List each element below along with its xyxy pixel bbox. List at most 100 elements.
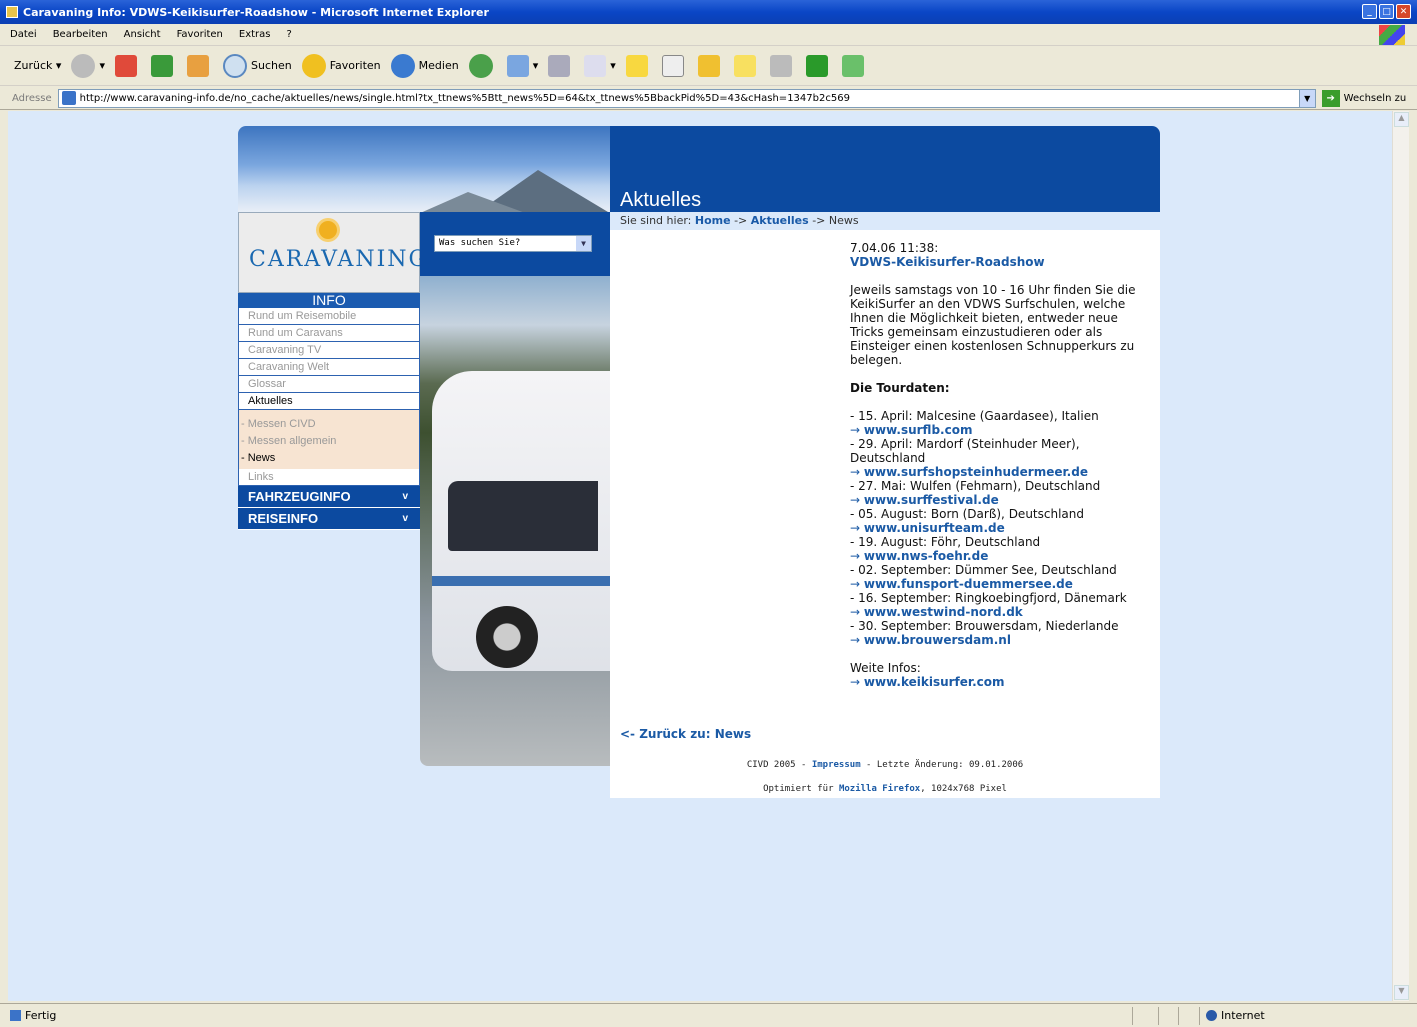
- back-button[interactable]: Zurück ▾: [10, 59, 61, 567]
- media-icon: [390, 53, 415, 78]
- firefox-link[interactable]: Mozilla Firefox: [839, 784, 920, 794]
- edit-button[interactable]: ▾: [584, 54, 616, 77]
- tour-date: - 30. September: Brouwersdam, Niederland…: [850, 619, 1119, 633]
- tour-date: - 05. August: Born (Darß), Deutschland: [850, 507, 1084, 521]
- page-button[interactable]: [661, 54, 688, 77]
- link-arrow-icon: →: [850, 465, 861, 479]
- tour-date: - 16. September: Ringkoebingfjord, Dänem…: [850, 591, 1127, 605]
- tour-link-row: → www.surfshopsteinhudermeer.de: [850, 465, 1155, 479]
- menu-favoriten[interactable]: Favoriten: [177, 29, 223, 40]
- ie-icon: [6, 6, 18, 18]
- tour-link[interactable]: www.westwind-nord.dk: [864, 605, 1023, 619]
- print-icon: [548, 54, 571, 77]
- media-button[interactable]: Medien: [390, 53, 459, 78]
- more-info-label: Weite Infos:: [850, 661, 921, 675]
- menu-ansicht[interactable]: Ansicht: [124, 29, 161, 40]
- logo-wordmark: CARAVANING: [249, 247, 429, 272]
- tour-link[interactable]: www.surflb.com: [864, 423, 973, 437]
- search-button[interactable]: Suchen: [222, 53, 292, 78]
- nav-item-glossar[interactable]: Glossar: [238, 376, 420, 393]
- windows-logo-icon: [1379, 25, 1405, 45]
- messenger-button[interactable]: [805, 54, 832, 77]
- menu-extras[interactable]: Extras: [239, 29, 271, 40]
- nav-fahrzeuginfo[interactable]: FAHRZEUGINFO v: [238, 486, 420, 508]
- sidebar: CARAVANING INFO Rund um Reisemobile Rund…: [238, 212, 426, 530]
- close-button[interactable]: ✕: [1396, 4, 1411, 19]
- more-info-link[interactable]: www.keikisurfer.com: [864, 675, 1005, 689]
- folder-button[interactable]: [697, 54, 724, 77]
- star-icon: [301, 53, 326, 78]
- flash-button[interactable]: [769, 54, 796, 77]
- subnav-item-messen-civd[interactable]: - Messen CIVD: [239, 416, 419, 433]
- tour-link[interactable]: www.unisurfteam.de: [864, 521, 1005, 535]
- flower-icon: [841, 54, 864, 77]
- stop-button[interactable]: [114, 54, 141, 77]
- tour-link-row: → www.westwind-nord.dk: [850, 605, 1155, 619]
- address-input[interactable]: http://www.caravaning-info.de/no_cache/a…: [57, 88, 1316, 108]
- history-button[interactable]: [468, 53, 497, 78]
- address-dropdown-icon[interactable]: ▼: [1298, 89, 1315, 107]
- menu-bar: Datei Bearbeiten Ansicht Favoriten Extra…: [0, 24, 1417, 46]
- back-link[interactable]: <- Zurück zu: News: [620, 727, 751, 741]
- search-select[interactable]: Was suchen Sie? ▼: [434, 235, 592, 252]
- nav-reiseinfo[interactable]: REISEINFO v: [238, 508, 420, 530]
- breadcrumb-current: News: [828, 214, 859, 227]
- tour-link[interactable]: www.surffestival.de: [864, 493, 999, 507]
- link-arrow-icon: →: [850, 633, 861, 647]
- article-date: 7.04.06 11:38:: [850, 241, 939, 255]
- logo-info-label: INFO: [238, 293, 420, 308]
- refresh-button[interactable]: [150, 54, 177, 77]
- menu-bearbeiten[interactable]: Bearbeiten: [53, 29, 108, 40]
- web-page: Aktuelles CARAVANING INFO Rund um Reisem…: [238, 126, 1160, 798]
- caravaning-logo[interactable]: CARAVANING: [238, 212, 426, 293]
- scroll-up-icon[interactable]: ▲: [1394, 112, 1409, 127]
- star-tool-button[interactable]: [733, 54, 760, 77]
- tour-date: - 02. September: Dümmer See, Deutschland: [850, 563, 1117, 577]
- tour-link[interactable]: www.brouwersdam.nl: [864, 633, 1011, 647]
- nav-item-links[interactable]: Links: [238, 469, 420, 486]
- tour-link-row: → www.unisurfteam.de: [850, 521, 1155, 535]
- nav-item-caravans[interactable]: Rund um Caravans: [238, 325, 420, 342]
- go-arrow-icon: ➔: [1321, 89, 1340, 107]
- maximize-button[interactable]: □: [1379, 4, 1394, 19]
- nav-item-caravaning-tv[interactable]: Caravaning TV: [238, 342, 420, 359]
- vertical-scrollbar[interactable]: ▲ ▼: [1392, 111, 1409, 1001]
- favorites-button[interactable]: Favoriten: [301, 53, 381, 78]
- link-arrow-icon: →: [850, 605, 861, 619]
- address-url: http://www.caravaning-info.de/no_cache/a…: [79, 92, 850, 104]
- nav-item-reisemobile[interactable]: Rund um Reisemobile: [238, 308, 420, 325]
- link-arrow-icon: →: [850, 423, 861, 437]
- main-nav: Rund um Reisemobile Rund um Caravans Car…: [238, 308, 420, 410]
- impressum-link[interactable]: Impressum: [812, 760, 861, 770]
- status-text: Fertig: [25, 1009, 57, 1022]
- notes-button[interactable]: [625, 54, 652, 77]
- window-titlebar: Caravaning Info: VDWS-Keikisurfer-Roadsh…: [0, 0, 1417, 24]
- history-icon: [468, 53, 493, 78]
- nav-item-caravaning-welt[interactable]: Caravaning Welt: [238, 359, 420, 376]
- go-button[interactable]: ➔ Wechseln zu: [1321, 89, 1406, 107]
- menu-datei[interactable]: Datei: [10, 29, 37, 40]
- tour-link-row: → www.funsport-duemmersee.de: [850, 577, 1155, 591]
- subnav-item-messen-allgemein[interactable]: - Messen allgemein: [239, 433, 419, 450]
- messenger-icon: [805, 54, 828, 77]
- minimize-button[interactable]: _: [1362, 4, 1377, 19]
- tour-link[interactable]: www.nws-foehr.de: [864, 549, 988, 563]
- tour-link[interactable]: www.funsport-duemmersee.de: [864, 577, 1073, 591]
- search-panel: Was suchen Sie? ▼: [420, 212, 610, 276]
- footer: CIVD 2005 - Impressum - Letzte Änderung:…: [746, 760, 1024, 794]
- mail-button[interactable]: ▾: [506, 54, 538, 77]
- tour-link-row: → www.brouwersdam.nl: [850, 633, 1155, 647]
- home-button[interactable]: [186, 54, 213, 77]
- nav-item-aktuelles[interactable]: Aktuelles: [238, 393, 420, 410]
- scroll-down-icon[interactable]: ▼: [1394, 985, 1409, 1000]
- breadcrumb-home[interactable]: Home: [695, 214, 731, 227]
- print-button[interactable]: [548, 54, 574, 77]
- plugin-button[interactable]: [841, 54, 868, 77]
- chevron-down-icon: v: [402, 513, 408, 524]
- tour-link-row: → www.nws-foehr.de: [850, 549, 1155, 563]
- subnav-item-news[interactable]: - News: [239, 450, 419, 467]
- breadcrumb-aktuelles[interactable]: Aktuelles: [751, 214, 809, 227]
- menu-help[interactable]: ?: [287, 29, 292, 40]
- forward-button[interactable]: ▾: [71, 53, 105, 78]
- tour-link[interactable]: www.surfshopsteinhudermeer.de: [864, 465, 1088, 479]
